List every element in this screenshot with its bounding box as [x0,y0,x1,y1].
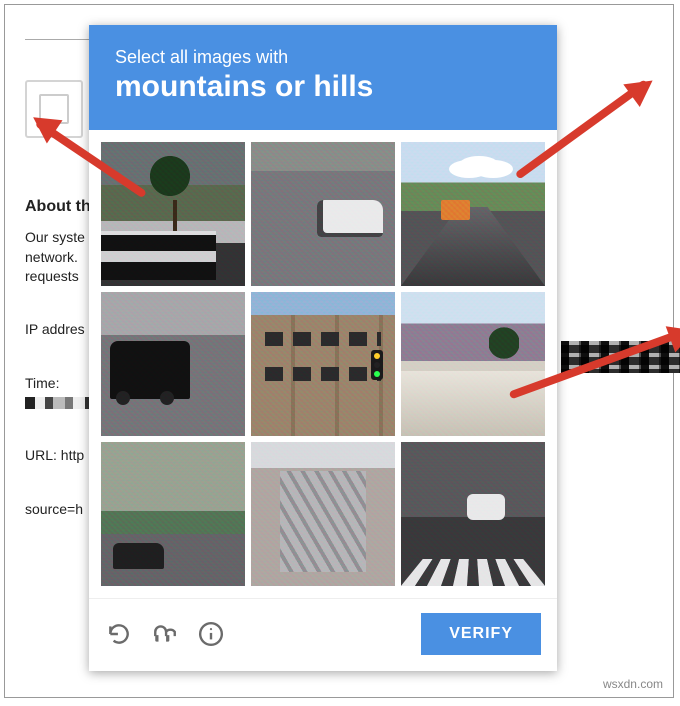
captcha-tile-8[interactable] [251,442,395,586]
captcha-tile-9[interactable] [401,442,545,586]
watermark: wsxdn.com [603,677,663,691]
captcha-tile-1[interactable] [101,142,245,286]
captcha-prompt-line1: Select all images with [115,47,531,68]
captcha-header: Select all images with mountains or hill… [89,25,557,130]
info-icon[interactable] [197,620,225,648]
redacted-block [561,341,680,373]
captcha-tile-2[interactable] [251,142,395,286]
captcha-prompt-target: mountains or hills [115,70,531,104]
audio-icon[interactable] [151,620,179,648]
ip-label: IP addres [25,321,85,337]
source-label: source=h [25,501,83,517]
captcha-challenge: Select all images with mountains or hill… [89,25,557,671]
page-frame: About th Our syste network. requests IP … [4,4,674,698]
verify-button[interactable]: VERIFY [421,613,541,655]
recaptcha-checkbox[interactable] [39,94,69,124]
time-label: Time: [25,375,59,391]
captcha-footer: VERIFY [89,598,557,671]
url-label: URL: http [25,447,84,463]
captcha-tile-7[interactable] [101,442,245,586]
captcha-tile-3[interactable] [401,142,545,286]
captcha-tile-5[interactable] [251,292,395,436]
captcha-grid [89,130,557,598]
reload-icon[interactable] [105,620,133,648]
captcha-tile-6[interactable] [401,292,545,436]
captcha-footer-icons [105,620,225,648]
captcha-tile-4[interactable] [101,292,245,436]
recaptcha-anchor[interactable] [25,80,83,138]
